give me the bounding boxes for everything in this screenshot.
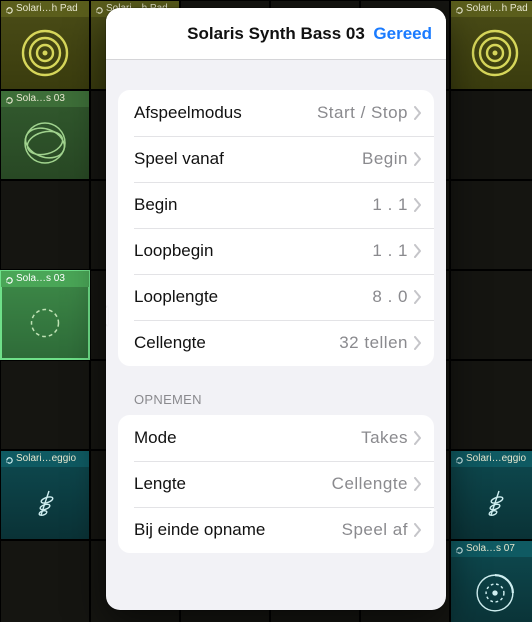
- chevron-right-icon: [414, 523, 422, 537]
- chevron-right-icon: [414, 152, 422, 166]
- cell-header: Solari…h Pad: [1, 1, 89, 17]
- loop-icon: [455, 545, 464, 554]
- cell-header: Sola…s 07: [451, 541, 532, 557]
- row-value: Speel af: [342, 520, 408, 540]
- cell-label: Solari…eggio: [16, 451, 76, 467]
- cell-header: Sola…s 03: [1, 91, 89, 107]
- cell-label: Solari…eggio: [466, 451, 526, 467]
- cell-art: [451, 467, 532, 539]
- chevron-right-icon: [414, 198, 422, 212]
- grid-cell-empty[interactable]: [0, 360, 90, 450]
- row-cell-length[interactable]: Cellengte 32 tellen: [118, 320, 434, 366]
- cell-header: Solari…eggio: [1, 451, 89, 467]
- row-start[interactable]: Begin 1 . 1: [118, 182, 434, 228]
- chevron-right-icon: [414, 244, 422, 258]
- chevron-right-icon: [414, 431, 422, 445]
- grid-cell-empty[interactable]: [450, 90, 532, 180]
- chevron-right-icon: [414, 106, 422, 120]
- row-label: Begin: [134, 195, 372, 215]
- cell-label: Sola…s 03: [16, 91, 65, 107]
- grid-cell-selected[interactable]: Sola…s 03: [0, 270, 90, 360]
- grid-cell-empty[interactable]: [450, 270, 532, 360]
- grid-cell[interactable]: Solari…eggio: [450, 450, 532, 540]
- row-label: Mode: [134, 428, 361, 448]
- row-label: Lengte: [134, 474, 332, 494]
- row-value: 8 . 0: [372, 287, 408, 307]
- grid-cell-empty[interactable]: [0, 180, 90, 270]
- cell-header: Solari…eggio: [451, 451, 532, 467]
- row-loop-start[interactable]: Loopbegin 1 . 1: [118, 228, 434, 274]
- row-value: Start / Stop: [317, 103, 408, 123]
- grid-cell-empty[interactable]: [450, 180, 532, 270]
- cell-art: [1, 467, 89, 539]
- row-value: Takes: [361, 428, 408, 448]
- loop-icon: [5, 5, 14, 14]
- chevron-right-icon: [414, 336, 422, 350]
- row-label: Cellengte: [134, 333, 339, 353]
- loop-icon: [5, 95, 14, 104]
- grid-cell[interactable]: Sola…s 07: [450, 540, 532, 622]
- row-play-mode[interactable]: Afspeelmodus Start / Stop: [118, 90, 434, 136]
- grid-cell[interactable]: Solari…h Pad: [450, 0, 532, 90]
- cell-art: [1, 17, 89, 89]
- loop-icon: [95, 5, 104, 14]
- row-value: 32 tellen: [339, 333, 408, 353]
- row-loop-length[interactable]: Looplengte 8 . 0: [118, 274, 434, 320]
- cell-art: [451, 557, 532, 622]
- cell-settings-popover: Solaris Synth Bass 03 Gereed Afspeelmodu…: [106, 8, 446, 610]
- chevron-right-icon: [414, 477, 422, 491]
- row-value: Cellengte: [332, 474, 408, 494]
- row-label: Speel vanaf: [134, 149, 362, 169]
- done-button[interactable]: Gereed: [373, 8, 432, 60]
- cell-label: Sola…s 07: [466, 541, 515, 557]
- loop-icon: [455, 5, 464, 14]
- grid-cell-empty[interactable]: [0, 540, 90, 622]
- row-record-end[interactable]: Bij einde opname Speel af: [118, 507, 434, 553]
- grid-cell-empty[interactable]: [450, 360, 532, 450]
- chevron-right-icon: [414, 290, 422, 304]
- playback-group: Afspeelmodus Start / Stop Speel vanaf Be…: [118, 90, 434, 366]
- row-record-mode[interactable]: Mode Takes: [118, 415, 434, 461]
- cell-header: Solari…h Pad: [451, 1, 532, 17]
- cell-art: [1, 107, 89, 179]
- row-value: Begin: [362, 149, 408, 169]
- popover-header: Solaris Synth Bass 03 Gereed: [106, 8, 446, 60]
- row-value: 1 . 1: [372, 241, 408, 261]
- popover-title: Solaris Synth Bass 03: [187, 24, 365, 44]
- cell-label: Solari…h Pad: [466, 1, 528, 17]
- row-label: Bij einde opname: [134, 520, 342, 540]
- grid-cell[interactable]: Solari…eggio: [0, 450, 90, 540]
- loop-icon: [455, 455, 464, 464]
- grid-cell[interactable]: Solari…h Pad: [0, 0, 90, 90]
- row-label: Afspeelmodus: [134, 103, 317, 123]
- loop-icon: [5, 455, 14, 464]
- row-label: Loopbegin: [134, 241, 372, 261]
- cell-header: Sola…s 03: [1, 271, 89, 287]
- row-play-from[interactable]: Speel vanaf Begin: [118, 136, 434, 182]
- grid-cell[interactable]: Sola…s 03: [0, 90, 90, 180]
- record-group: Mode Takes Lengte Cellengte Bij einde op…: [118, 415, 434, 553]
- cell-label: Sola…s 03: [16, 271, 65, 287]
- cell-art: [1, 287, 89, 359]
- loop-icon: [5, 275, 14, 284]
- row-value: 1 . 1: [372, 195, 408, 215]
- row-record-length[interactable]: Lengte Cellengte: [118, 461, 434, 507]
- cell-label: Solari…h Pad: [16, 1, 78, 17]
- record-section-header: OPNEMEN: [118, 392, 434, 415]
- row-label: Looplengte: [134, 287, 372, 307]
- popover-body: Afspeelmodus Start / Stop Speel vanaf Be…: [106, 60, 446, 610]
- cell-art: [451, 17, 532, 89]
